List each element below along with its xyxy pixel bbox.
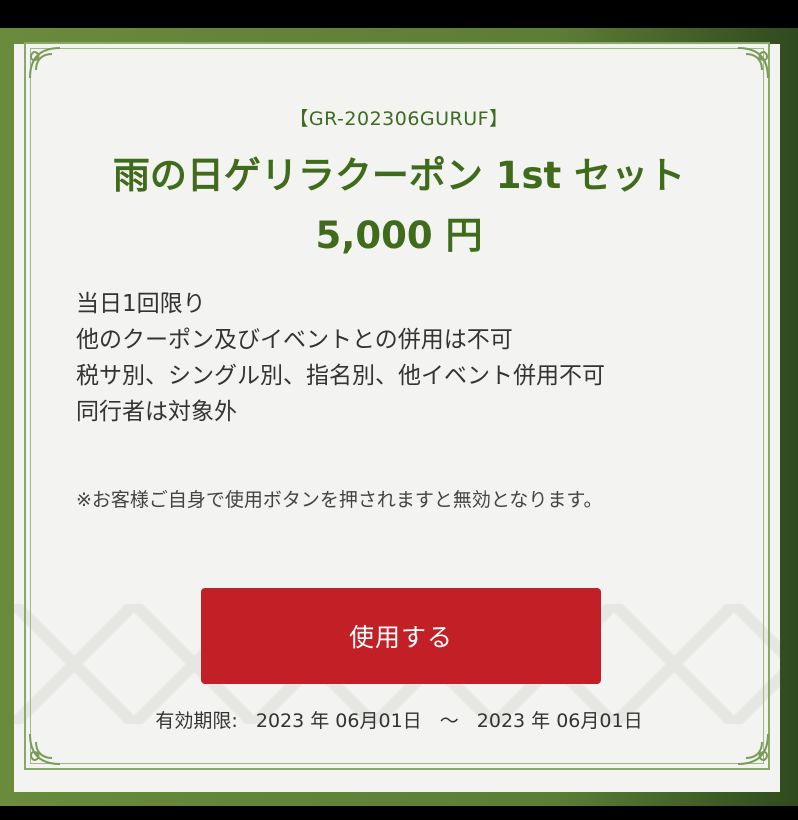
- term-item: 当日1回限り: [76, 291, 206, 317]
- corner-ornament-icon: [26, 730, 64, 768]
- corner-ornament-icon: [734, 730, 772, 768]
- coupon-title: 雨の日ゲリラクーポン 1st セット 5,000 円: [112, 154, 686, 257]
- validity-start: 2023 年 06月01日: [255, 710, 422, 732]
- term-item: 税サ別、シングル別、指名別、他イベント併用不可: [76, 363, 605, 389]
- coupon-code: 【GR-202306GURUF】: [289, 108, 509, 130]
- use-coupon-button[interactable]: 使用する: [201, 588, 601, 684]
- validity-separator: ～: [439, 710, 459, 732]
- corner-ornament-icon: [26, 44, 64, 82]
- validity-end: 2023 年 06月01日: [476, 710, 643, 732]
- coupon-terms: 当日1回限り 他のクーポン及びイベントとの併用は不可 税サ別、シングル別、指名別…: [76, 286, 716, 430]
- usage-note: ※お客様ご自身で使用ボタンを押されますと無効となります。: [76, 489, 603, 511]
- validity-label: 有効期限:: [155, 710, 238, 732]
- validity-period: 有効期限: 2023 年 06月01日 ～ 2023 年 06月01日: [0, 706, 798, 733]
- term-item: 他のクーポン及びイベントとの併用は不可: [76, 327, 513, 353]
- corner-ornament-icon: [734, 44, 772, 82]
- term-item: 同行者は対象外: [76, 399, 237, 425]
